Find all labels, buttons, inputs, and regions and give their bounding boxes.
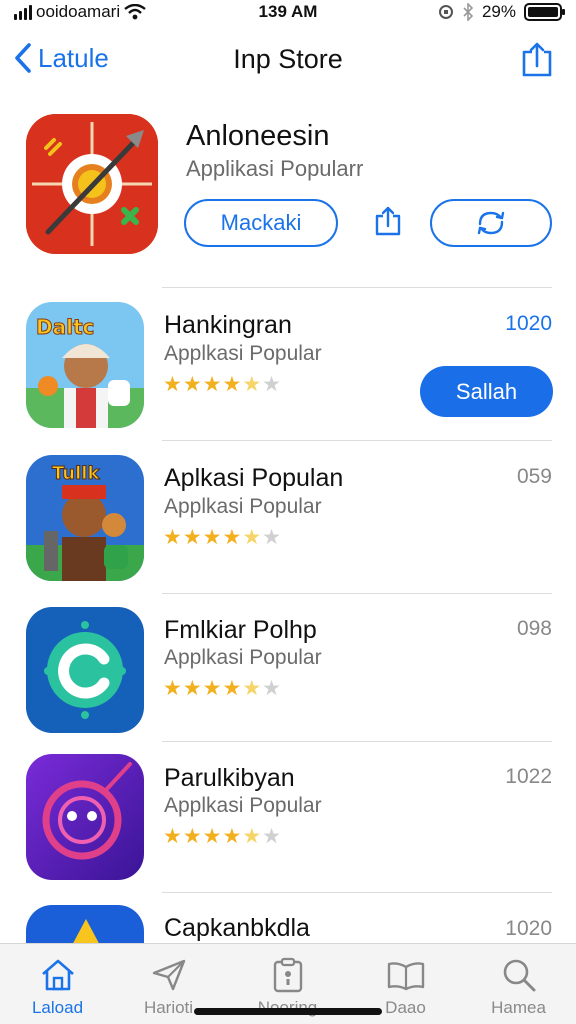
app-icon bbox=[26, 905, 144, 945]
divider bbox=[162, 892, 552, 893]
divider bbox=[162, 741, 552, 742]
app-count: 059 bbox=[516, 465, 552, 488]
tab-label: Laload bbox=[31, 998, 84, 1017]
list-item[interactable]: Tullk Aplkasi Populan Applkasi Popular ★… bbox=[0, 453, 576, 603]
divider bbox=[162, 593, 552, 594]
battery-percent: 29% bbox=[481, 2, 516, 21]
nav-bar: Latule Inp Store bbox=[0, 34, 576, 88]
open-button[interactable]: Mackaki bbox=[184, 199, 338, 247]
svg-text:Tullk: Tullk bbox=[52, 463, 100, 484]
rating-stars: ★★★★★★ bbox=[163, 373, 282, 396]
status-bar: ooidoamari 139 AM 29% bbox=[0, 0, 576, 26]
app-name: Fmlkiar Polhp bbox=[164, 616, 317, 644]
app-name: Aplkasi Populan bbox=[164, 464, 344, 492]
battery-icon bbox=[524, 3, 565, 21]
featured-app-icon[interactable] bbox=[26, 114, 158, 254]
app-count: 1020 bbox=[505, 917, 552, 940]
app-subtitle: Applkasi Popular bbox=[164, 794, 322, 817]
search-icon bbox=[501, 956, 537, 994]
app-subtitle: Applkasi Popular bbox=[164, 646, 322, 669]
share-button[interactable] bbox=[520, 42, 554, 83]
app-name: Hankingran bbox=[164, 311, 292, 339]
app-icon: Daltc bbox=[26, 302, 144, 428]
status-right: 29% bbox=[438, 2, 565, 22]
tab-hamea[interactable]: Hamea bbox=[461, 944, 576, 1024]
list-item[interactable]: Parulkibyan Applkasi Popular ★★★★★★ 1022 bbox=[0, 754, 576, 904]
list-item[interactable]: Fmlkiar Polhp Applkasi Popular ★★★★★★ 09… bbox=[0, 605, 576, 755]
app-icon bbox=[26, 754, 144, 880]
share-icon bbox=[375, 206, 401, 236]
app-subtitle: Applkasi Popular bbox=[164, 495, 322, 518]
featured-app-subtitle: Applikasi Popularr bbox=[186, 156, 364, 181]
app-name: Capkanbkdla bbox=[164, 914, 310, 942]
get-button[interactable]: Sallah bbox=[420, 366, 553, 417]
bluetooth-icon bbox=[463, 3, 474, 21]
rating-stars: ★★★★★★ bbox=[163, 526, 282, 549]
app-subtitle: Applkasi Popular bbox=[164, 342, 322, 365]
divider bbox=[162, 287, 552, 288]
tab-label: Daao bbox=[385, 998, 426, 1017]
tab-label: Harioti bbox=[143, 998, 194, 1017]
app-count: 098 bbox=[516, 617, 552, 640]
app-icon: Tullk bbox=[26, 455, 144, 581]
send-icon bbox=[151, 956, 187, 994]
share-icon bbox=[522, 42, 552, 77]
rotation-lock-icon bbox=[438, 5, 453, 19]
featured-share-button[interactable] bbox=[374, 205, 402, 242]
app-count: 1020 bbox=[505, 312, 552, 335]
home-icon bbox=[40, 956, 76, 994]
book-icon bbox=[386, 956, 426, 994]
list-item[interactable]: Capkanbkdla 1020 bbox=[0, 905, 576, 945]
featured-app: Anloneesin Applikasi Popularr Mackaki bbox=[0, 108, 576, 278]
tab-label: Hamea bbox=[491, 998, 546, 1017]
home-indicator bbox=[194, 1008, 382, 1015]
app-name: Parulkibyan bbox=[164, 764, 295, 792]
featured-app-name: Anloneesin bbox=[186, 120, 330, 152]
rating-stars: ★★★★★★ bbox=[163, 677, 282, 700]
sync-button[interactable] bbox=[430, 199, 552, 247]
tab-laload[interactable]: Laload bbox=[0, 944, 115, 1024]
app-count: 1022 bbox=[505, 765, 552, 788]
rating-stars: ★★★★★★ bbox=[163, 825, 282, 848]
divider bbox=[162, 440, 552, 441]
app-icon bbox=[26, 607, 144, 733]
svg-text:Daltc: Daltc bbox=[36, 315, 94, 339]
clipboard-icon bbox=[271, 956, 305, 994]
page-title: Inp Store bbox=[233, 44, 343, 74]
refresh-icon bbox=[477, 211, 505, 235]
